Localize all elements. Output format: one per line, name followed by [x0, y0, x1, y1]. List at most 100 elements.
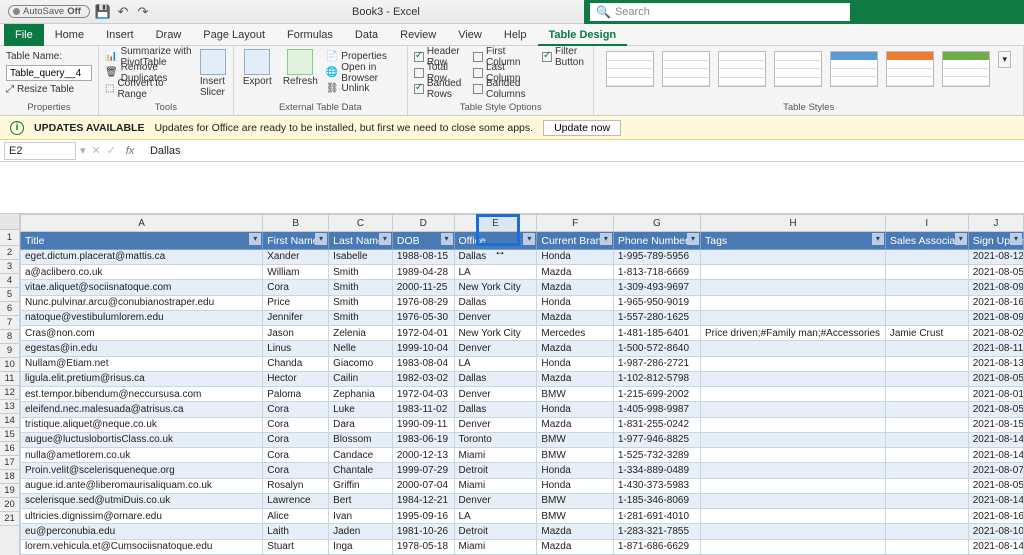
cell[interactable]: New York City [454, 280, 537, 295]
table-row[interactable]: a@aclibero.co.ukWilliamSmith1989-04-28LA… [21, 265, 1024, 280]
cell[interactable]: 1999-07-29 [392, 463, 454, 478]
cell[interactable] [885, 417, 968, 432]
styles-more-icon[interactable]: ▾ [998, 51, 1011, 68]
cell[interactable]: Miami [454, 539, 537, 554]
cell[interactable]: 2021-08-15 [968, 417, 1023, 432]
table-row[interactable]: Nunc.pulvinar.arcu@conubianostraper.eduP… [21, 295, 1024, 310]
cell[interactable] [885, 310, 968, 325]
tab-view[interactable]: View [447, 24, 493, 46]
cell[interactable]: Dallas [454, 402, 537, 417]
cell[interactable]: 2021-08-01 [968, 387, 1023, 402]
col-header-F[interactable]: F [537, 215, 614, 232]
row-header[interactable]: 3 [0, 260, 19, 274]
cell[interactable]: Honda [537, 295, 614, 310]
cell[interactable] [701, 493, 886, 508]
col-header-H[interactable]: H [701, 215, 886, 232]
cell[interactable]: BMW [537, 509, 614, 524]
col-header-D[interactable]: D [392, 215, 454, 232]
cell[interactable]: 1976-05-30 [392, 310, 454, 325]
cell[interactable]: Detroit [454, 463, 537, 478]
table-row[interactable]: nulla@ametlorem.co.ukCoraCandace2000-12-… [21, 448, 1024, 463]
cell[interactable]: 2021-08-16 [968, 295, 1023, 310]
cell[interactable]: Denver [454, 387, 537, 402]
cell[interactable]: New York City [454, 326, 537, 341]
cell[interactable]: 1972-04-03 [392, 387, 454, 402]
cell[interactable] [701, 524, 886, 539]
col-header-J[interactable]: J [968, 215, 1023, 232]
unlink-button[interactable]: ⛓Unlink [326, 81, 401, 96]
row-header[interactable]: 14 [0, 414, 19, 428]
cell[interactable]: 1-987-286-2721 [613, 356, 700, 371]
cell[interactable]: Dara [329, 417, 393, 432]
cell[interactable]: 2021-08-05 [968, 402, 1023, 417]
cell[interactable]: 2021-08-14 [968, 493, 1023, 508]
tab-page-layout[interactable]: Page Layout [192, 24, 276, 46]
cell[interactable]: est.tempor.bibendum@neccursusa.com [21, 387, 263, 402]
row-header[interactable]: 10 [0, 358, 19, 372]
filter-drop-icon[interactable]: ▾ [379, 233, 391, 245]
cell[interactable]: 1-831-255-0242 [613, 417, 700, 432]
table-row[interactable]: Proin.velit@scelerisqueneque.orgCoraChan… [21, 463, 1024, 478]
cell[interactable]: LA [454, 509, 537, 524]
cell[interactable]: Zelenia [329, 326, 393, 341]
cell[interactable] [885, 356, 968, 371]
cell[interactable]: Inga [329, 539, 393, 554]
cell[interactable]: 1-185-346-8069 [613, 493, 700, 508]
cell[interactable]: Jamie Crust [885, 326, 968, 341]
cell[interactable]: Honda [537, 249, 614, 264]
opt-banded-cols[interactable]: Banded Columns [473, 81, 534, 96]
col-header-I[interactable]: I [885, 215, 968, 232]
cell[interactable] [701, 463, 886, 478]
refresh-button[interactable]: Refresh [283, 49, 318, 87]
cell[interactable]: Chanda [263, 356, 329, 371]
cell[interactable]: Smith [329, 310, 393, 325]
cell[interactable]: 1-102-812-5798 [613, 371, 700, 386]
row-header[interactable]: 6 [0, 302, 19, 316]
cell[interactable]: 1972-04-01 [392, 326, 454, 341]
cell[interactable]: natoque@vestibulumlorem.edu [21, 310, 263, 325]
cell[interactable]: 1983-08-04 [392, 356, 454, 371]
cell[interactable] [885, 539, 968, 554]
col-header-C[interactable]: C [329, 215, 393, 232]
cell[interactable]: eleifend.nec.malesuada@atrisus.ca [21, 402, 263, 417]
cell[interactable]: Smith [329, 295, 393, 310]
row-header[interactable]: 15 [0, 428, 19, 442]
cell[interactable]: 2021-08-05 [968, 371, 1023, 386]
cell[interactable]: Blossom [329, 432, 393, 447]
cell[interactable]: Denver [454, 493, 537, 508]
table-name-input[interactable] [6, 65, 92, 81]
cell[interactable]: Denver [454, 310, 537, 325]
tab-data[interactable]: Data [344, 24, 389, 46]
update-now-button[interactable]: Update now [543, 120, 621, 136]
tab-draw[interactable]: Draw [145, 24, 193, 46]
table-header[interactable]: Last Name▾ [329, 232, 393, 249]
worksheet[interactable]: 123456789101112131415161718192021 ABCDEF… [0, 214, 1024, 555]
cell[interactable]: 1981-10-26 [392, 524, 454, 539]
cell[interactable]: 1-500-572-8640 [613, 341, 700, 356]
cell[interactable]: BMW [537, 432, 614, 447]
col-header-E[interactable]: E [454, 215, 537, 232]
cell[interactable]: 2021-08-11 [968, 341, 1023, 356]
cell[interactable]: Mazda [537, 265, 614, 280]
cell[interactable]: 2021-08-12 [968, 249, 1023, 264]
cell[interactable] [885, 341, 968, 356]
cell[interactable]: Jennifer [263, 310, 329, 325]
cell[interactable]: 1976-08-29 [392, 295, 454, 310]
tab-file[interactable]: File [4, 24, 44, 46]
table-row[interactable]: est.tempor.bibendum@neccursusa.comPaloma… [21, 387, 1024, 402]
table-row[interactable]: eu@perconubia.eduLaithJaden1981-10-26Det… [21, 524, 1024, 539]
cell[interactable]: 1-430-373-5983 [613, 478, 700, 493]
search-input[interactable]: 🔍 Search [590, 3, 850, 21]
fx-icon[interactable]: fx [116, 145, 144, 157]
tab-table-design[interactable]: Table Design [538, 24, 628, 46]
cell[interactable]: Dallas [454, 249, 537, 264]
cell[interactable]: 2021-08-13 [968, 356, 1023, 371]
cell[interactable]: Rosalyn [263, 478, 329, 493]
row-header[interactable]: 18 [0, 470, 19, 484]
row-header[interactable]: 9 [0, 344, 19, 358]
cell[interactable] [701, 249, 886, 264]
tab-review[interactable]: Review [389, 24, 447, 46]
row-header[interactable]: 4 [0, 274, 19, 288]
cell[interactable]: 1978-05-18 [392, 539, 454, 554]
cell[interactable]: Giacomo [329, 356, 393, 371]
